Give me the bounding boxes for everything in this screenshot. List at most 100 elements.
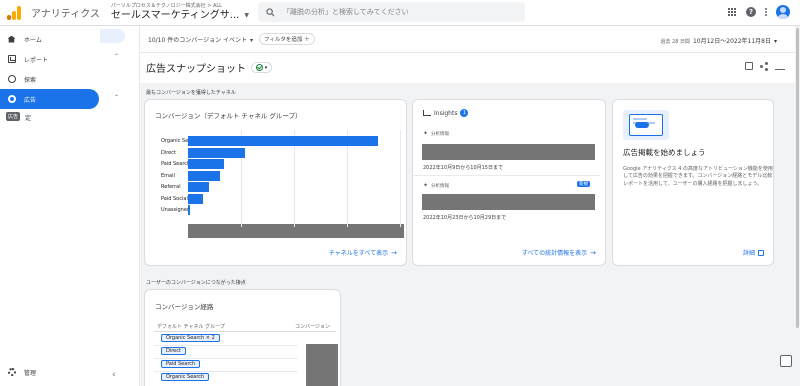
nav-item-explore[interactable]: 探索 — [0, 69, 99, 89]
search-bar[interactable]: 「離脱の分析」と検索してみてください — [258, 2, 525, 22]
chart-bar[interactable] — [188, 182, 209, 192]
nav-label: ホーム — [24, 36, 42, 44]
nav-item-reports[interactable]: レポート — [0, 49, 99, 69]
chart-axis-redacted — [188, 224, 404, 238]
property-name[interactable]: セールスマーケティングサ... ▼ — [111, 11, 249, 21]
status-dropdown[interactable]: ▾ — [251, 62, 272, 73]
apps-grid-icon[interactable] — [728, 7, 737, 17]
chart-category-label: Direct — [161, 149, 176, 156]
conversion-event-selector[interactable]: 10/10 件のコンバージョン イベント ▾ — [148, 35, 253, 44]
chevron-up-icon[interactable]: ⌃ — [114, 53, 119, 60]
more-vert-icon[interactable] — [765, 8, 767, 16]
insight-label-text: 分析情報 — [431, 183, 450, 189]
nav-tooltip: 広告 — [6, 112, 21, 121]
scrollbar-thumb[interactable] — [796, 28, 799, 328]
link-text: 詳細 — [742, 250, 755, 257]
promo-title: 広告掲載を始めましょう — [623, 148, 706, 157]
insights-count-badge: 1 — [460, 109, 469, 117]
path-chip[interactable]: Direct — [161, 347, 186, 355]
insight-date: 2022年10月9日から10月15日まで — [423, 165, 503, 171]
date-range-label: 過去 28 日間 — [660, 39, 690, 45]
chart-bar[interactable] — [188, 147, 245, 158]
section-label-journey: ユーザーのコンバージョンにつながった接点 — [146, 280, 246, 286]
insights-trend-icon[interactable] — [775, 63, 785, 70]
insight-content-redacted[interactable] — [422, 144, 595, 160]
advertising-icon — [7, 95, 16, 104]
conversion-paths-card: コンバージョン経路 デフォルト チャネル グループ コンバージョン Organi… — [144, 289, 341, 386]
chart-bar[interactable] — [188, 205, 190, 215]
learn-more-link[interactable]: 詳細 — [743, 248, 764, 257]
collapse-nav-icon[interactable]: ‹ — [112, 370, 116, 380]
caret-down-icon: ▾ — [264, 64, 268, 71]
nav-label: 広告 — [24, 96, 37, 104]
chevron-up-icon[interactable]: ⌃ — [114, 94, 119, 101]
conversion-values-redacted — [306, 344, 338, 386]
get-started-ads-card: 広告掲載を始めましょう Google アナリティクス 4 の高度なアトリビューシ… — [612, 99, 774, 266]
chart-gridline — [400, 130, 401, 227]
chart-bar[interactable] — [188, 170, 221, 181]
search-icon — [266, 7, 275, 16]
event-selector-label: 10/10 件のコンバージョン イベント — [148, 36, 247, 44]
page-title: 広告スナップショット ▾ — [146, 60, 272, 75]
path-chip[interactable]: Paid Search — [161, 360, 201, 368]
nav-item-advertising[interactable]: 広告 — [0, 89, 99, 109]
view-all-insights-link[interactable]: すべての統計情報を表示 → — [521, 248, 596, 258]
chart-category-label: Referral — [161, 184, 181, 190]
channel-conversions-card: コンバージョン（デフォルト チャネル グループ） チャネルをすべて表示 → Org… — [144, 99, 454, 266]
account-picker[interactable]: パーソルプロセス＆テクノロジー株式会社 > ALL セールスマーケティングサ..… — [111, 4, 249, 21]
app-name: アナリティクス — [31, 9, 100, 20]
edit-icon[interactable] — [745, 62, 753, 70]
analytics-logo[interactable] — [7, 5, 23, 20]
column-header-channel-group: デフォルト チャネル グループ — [157, 324, 225, 330]
insight-item-label: ✦ 分析情報 — [423, 130, 449, 137]
path-chip[interactable]: Organic Search — [161, 373, 210, 381]
insights-title: Insights — [434, 109, 458, 117]
divider — [154, 331, 336, 332]
page-header: 広告スナップショット ▾ — [140, 53, 795, 83]
nav-item-home[interactable]: ホーム — [0, 29, 99, 49]
divider — [154, 345, 298, 346]
open-in-new-icon — [758, 249, 764, 256]
path-chip[interactable]: Organic Search × 2 — [161, 334, 220, 342]
chart-category-label: Unassigned — [161, 207, 191, 213]
help-icon[interactable]: ? — [746, 7, 756, 17]
page-scrollbar[interactable] — [795, 26, 800, 386]
chart-bar[interactable] — [188, 159, 225, 169]
reports-icon — [7, 55, 16, 64]
gear-icon — [7, 368, 16, 377]
chart-bar[interactable] — [188, 193, 204, 204]
date-range-picker[interactable]: 過去 28 日間 10月12日～2022年11月8日 ▾ — [660, 36, 777, 45]
divider — [154, 371, 298, 372]
caret-down-icon: ▾ — [773, 38, 777, 45]
chart-category-label: Paid Social — [161, 195, 188, 202]
filter-bar: 10/10 件のコンバージョン イベント ▾ フィルタを追加 ＋ 過去 28 日間… — [140, 26, 795, 53]
explore-icon — [7, 75, 16, 84]
main-content: 10/10 件のコンバージョン イベント ▾ フィルタを追加 ＋ 過去 28 日間… — [140, 26, 795, 386]
account-avatar[interactable] — [776, 5, 790, 19]
insight-date: 2022年10月23日から10月29日まで — [423, 215, 507, 221]
insight-content-redacted[interactable] — [422, 194, 595, 210]
add-filter-button[interactable]: フィルタを追加 ＋ — [259, 33, 315, 45]
nav-label: 探索 — [24, 76, 37, 84]
card-title: コンバージョン経路 — [155, 303, 214, 311]
nav-item-admin[interactable]: 管理 — [0, 362, 99, 382]
insights-icon — [423, 110, 431, 116]
view-all-channels-link[interactable]: チャネルをすべて表示 → — [329, 248, 397, 258]
divider — [413, 175, 600, 176]
chart-category-label: Email — [161, 172, 175, 179]
page-title-text: 広告スナップショット — [146, 64, 246, 75]
new-badge: 新規 — [577, 181, 590, 187]
home-icon — [7, 35, 16, 44]
share-icon[interactable] — [760, 62, 768, 71]
secondary-nav: ⌃ ⌃ — [100, 26, 140, 386]
link-text: すべての統計情報を表示 — [521, 250, 588, 257]
subnav-highlight[interactable] — [100, 29, 125, 43]
insight-item-label: ✦ 分析情報 — [423, 182, 449, 189]
arrow-right-icon: → — [391, 248, 397, 257]
chart-bar[interactable] — [188, 136, 378, 146]
ads-illustration — [623, 110, 669, 140]
sparkle-icon: ✦ — [423, 182, 429, 189]
nav-label: 管理 — [24, 369, 37, 377]
feedback-icon[interactable] — [780, 355, 792, 367]
nav-hidden-label: 定 — [25, 115, 32, 122]
